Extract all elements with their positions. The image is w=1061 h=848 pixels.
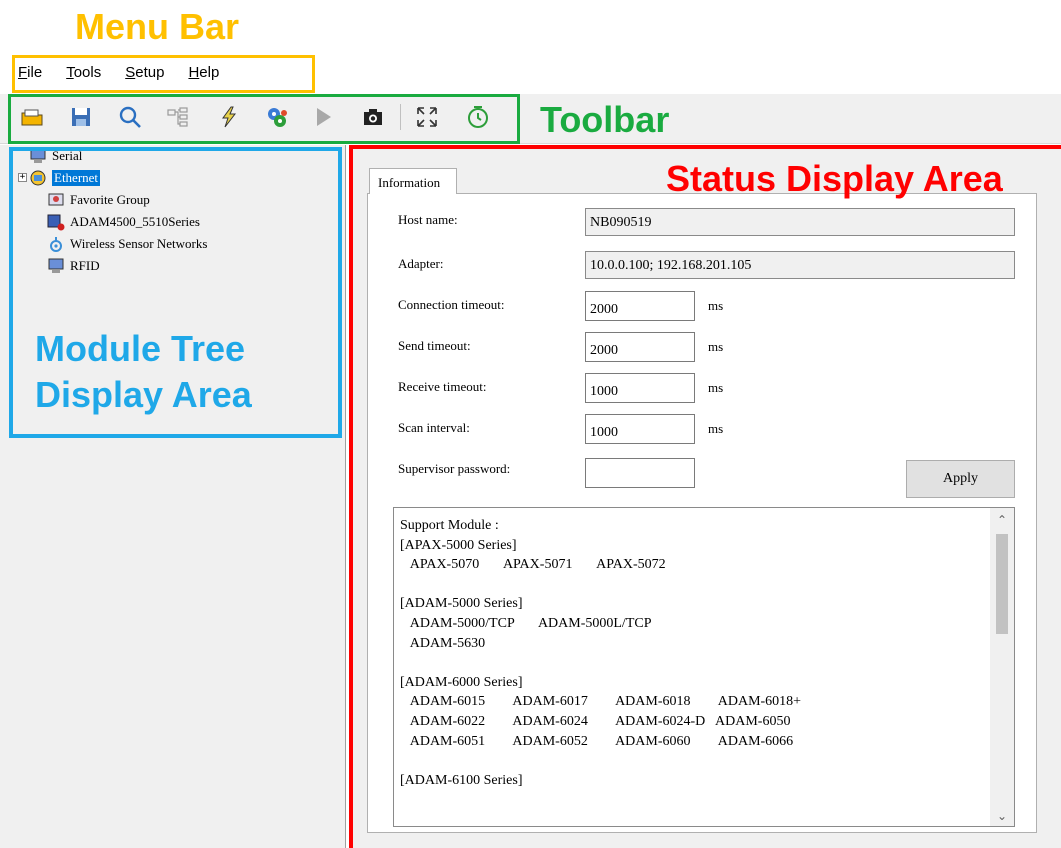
toolbar-separator xyxy=(400,104,401,130)
supervisor-password-input[interactable] xyxy=(585,458,695,488)
toolbar xyxy=(0,94,1061,144)
tree-item-label: Ethernet xyxy=(52,170,101,186)
scroll-thumb[interactable] xyxy=(996,534,1008,634)
receive-timeout-input[interactable]: 1000 xyxy=(585,373,695,403)
tree-item-favorite-group[interactable]: Favorite Group xyxy=(46,189,207,211)
module-tree-annotation: Module Tree Display Area xyxy=(35,326,252,418)
save-icon[interactable] xyxy=(68,104,94,130)
fullscreen-icon[interactable] xyxy=(414,104,440,130)
support-module-text: Support Module : [APAX-5000 Series] APAX… xyxy=(400,518,802,788)
scan-interval-unit: ms xyxy=(708,421,724,436)
ethernet-icon xyxy=(28,169,48,187)
expand-icon[interactable]: + xyxy=(18,173,27,182)
tree-item-label: Favorite Group xyxy=(70,192,150,207)
network-tree-icon[interactable] xyxy=(165,104,191,130)
menu-bar: File Tools Setup Help xyxy=(18,64,243,84)
play-icon[interactable] xyxy=(310,104,336,130)
scroll-down-icon[interactable]: ⌄ xyxy=(990,806,1014,826)
support-module-textbox[interactable]: Support Module : [APAX-5000 Series] APAX… xyxy=(393,507,1015,827)
tree-item-rfid[interactable]: RFID xyxy=(46,255,207,277)
adapter-label: Adapter: xyxy=(398,256,444,271)
apply-button[interactable]: Apply xyxy=(906,460,1015,498)
rfid-computer-icon xyxy=(46,257,66,275)
module-tree-annotation-line1: Module Tree xyxy=(35,328,246,369)
send-timeout-label: Send timeout: xyxy=(398,338,471,353)
module-tree-annotation-line2: Display Area xyxy=(35,374,252,415)
send-timeout-input[interactable]: 2000 xyxy=(585,332,695,362)
scan-interval-label: Scan interval: xyxy=(398,420,470,435)
menu-help[interactable]: Help xyxy=(188,64,219,84)
open-folder-icon[interactable] xyxy=(19,104,45,130)
vertical-scrollbar[interactable]: ⌃ ⌄ xyxy=(990,508,1014,826)
wireless-network-icon xyxy=(46,235,66,253)
gears-icon[interactable] xyxy=(264,104,290,130)
module-tree: Serial + Ethernet Favorite Group ADAM450… xyxy=(16,145,207,277)
tab-information[interactable]: Information xyxy=(369,168,457,194)
tree-item-label: RFID xyxy=(70,258,100,273)
tree-item-label: Wireless Sensor Networks xyxy=(70,236,208,251)
tree-item-adam4500[interactable]: ADAM4500_5510Series xyxy=(46,211,207,233)
tree-item-wireless[interactable]: Wireless Sensor Networks xyxy=(46,233,207,255)
scan-interval-input[interactable]: 1000 xyxy=(585,414,695,444)
adapter-field: 10.0.0.100; 192.168.201.105 xyxy=(585,251,1015,279)
supervisor-password-label: Supervisor password: xyxy=(398,461,511,476)
toolbar-annotation: Toolbar xyxy=(540,99,670,140)
status-display-annotation-label: Status Display Area xyxy=(666,158,1003,199)
lightning-icon[interactable] xyxy=(216,104,242,130)
camera-icon[interactable] xyxy=(360,104,386,130)
favorite-group-icon xyxy=(46,191,66,209)
scroll-up-icon[interactable]: ⌃ xyxy=(990,510,1014,530)
send-timeout-unit: ms xyxy=(708,339,724,354)
menu-bar-annotation: Menu Bar xyxy=(75,6,240,47)
connection-timeout-unit: ms xyxy=(708,298,724,313)
receive-timeout-label: Receive timeout: xyxy=(398,379,487,394)
refresh-timer-icon[interactable] xyxy=(465,104,491,130)
menu-tools[interactable]: Tools xyxy=(66,64,101,84)
serial-computer-icon xyxy=(28,147,48,165)
tree-item-label: Serial xyxy=(52,148,83,163)
tree-item-ethernet[interactable]: + Ethernet xyxy=(18,167,207,189)
tree-item-label: ADAM4500_5510Series xyxy=(70,214,200,229)
connection-timeout-label: Connection timeout: xyxy=(398,297,505,312)
host-name-field: NB090519 xyxy=(585,208,1015,236)
tree-item-serial[interactable]: Serial xyxy=(28,145,207,167)
menu-setup[interactable]: Setup xyxy=(125,64,164,84)
host-name-label: Host name: xyxy=(398,212,458,227)
search-icon[interactable] xyxy=(117,104,143,130)
adam-module-icon xyxy=(46,213,66,231)
menu-file[interactable]: File xyxy=(18,64,42,84)
connection-timeout-input[interactable]: 2000 xyxy=(585,291,695,321)
receive-timeout-unit: ms xyxy=(708,380,724,395)
